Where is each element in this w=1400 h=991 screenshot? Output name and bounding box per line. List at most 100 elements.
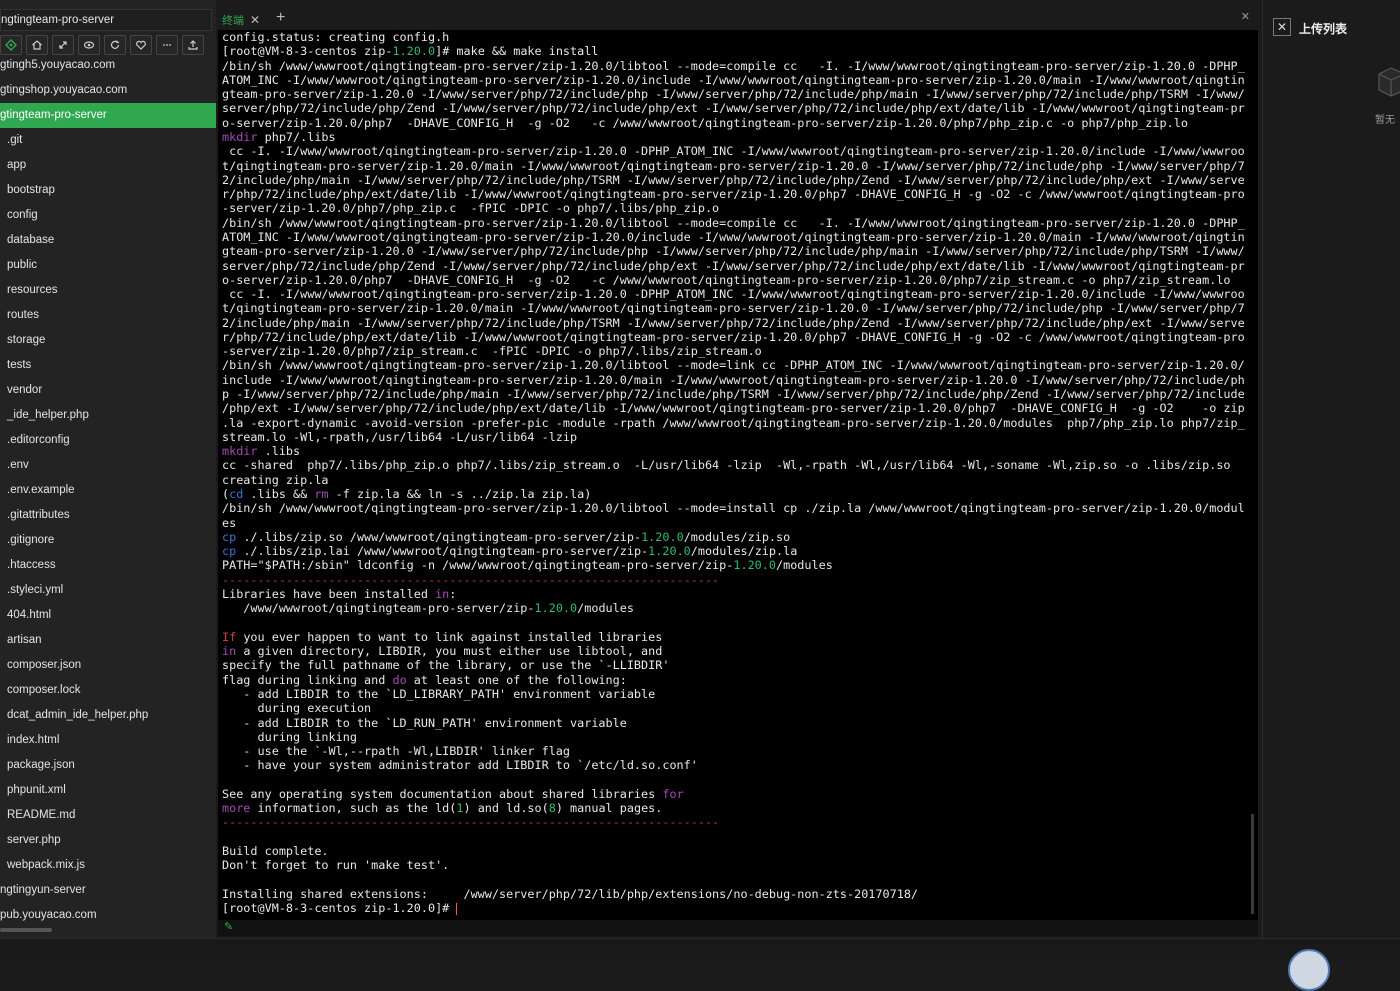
tree-item[interactable]: dcat_admin_ide_helper.php xyxy=(0,703,216,728)
tree-item[interactable]: database xyxy=(0,228,216,253)
terminal-line: t/qingtingteam-pro-server/zip-1.20.0/mai… xyxy=(222,158,1245,173)
terminal-line: server/php/72/include/php/Zend -I/www/se… xyxy=(222,258,1245,273)
terminal-line: -server/zip-1.20.0/php7/zip_stream.c -fP… xyxy=(222,344,762,359)
terminal-line: gteam-pro-server/zip-1.20.0 -I/www/serve… xyxy=(222,87,1245,102)
tree-item[interactable]: .env.example xyxy=(0,478,216,503)
tree-item[interactable]: .htaccess xyxy=(0,553,216,578)
close-tab-icon[interactable]: ✕ xyxy=(250,13,260,27)
terminal-line: t/qingtingteam-pro-server/zip-1.20.0/mai… xyxy=(222,301,1245,316)
tree-item[interactable]: package.json xyxy=(0,753,216,778)
terminal-line: Libraries have been installed in: xyxy=(222,586,457,601)
git-icon[interactable] xyxy=(0,35,22,55)
tree-item[interactable]: vendor xyxy=(0,378,216,403)
terminal-line: mkdir .libs xyxy=(222,444,301,459)
terminal-line: /bin/sh /www/wwwroot/qingtingteam-pro-se… xyxy=(222,358,1245,373)
home-icon[interactable] xyxy=(26,35,48,55)
upload-empty-text: 暂无 xyxy=(1375,115,1395,126)
tree-item[interactable]: .styleci.yml xyxy=(0,578,216,603)
terminal-line: /bin/sh /www/wwwroot/qingtingteam-pro-se… xyxy=(222,501,1245,516)
terminal-line: stream.lo -Wl,-rpath,/usr/lib64 -L/usr/l… xyxy=(222,429,578,444)
tree-item[interactable]: _ide_helper.php xyxy=(0,403,216,428)
tree-item[interactable]: .editorconfig xyxy=(0,428,216,453)
terminal-line: cp ./.libs/zip.lai /www/wwwroot/qingting… xyxy=(222,544,798,559)
eye-icon[interactable] xyxy=(78,35,100,55)
terminal-line: (cd .libs && rm -f zip.la && ln -s ../zi… xyxy=(222,487,592,501)
close-icon[interactable]: ✕ xyxy=(1241,10,1250,23)
tree-item[interactable]: 404.html xyxy=(0,603,216,628)
terminal-output[interactable]: config.status: creating config.h [root@VM… xyxy=(218,30,1258,920)
tree-item-project[interactable]: pub.youyacao.com xyxy=(0,903,216,928)
tree-item[interactable]: resources xyxy=(0,278,216,303)
terminal-line: r/php/72/include/php/ext/date/lib -I/www… xyxy=(222,187,1245,202)
tree-item[interactable]: README.md xyxy=(0,803,216,828)
terminal-text: config.status: creating config.h [root@VM… xyxy=(218,30,1258,915)
tree-item[interactable]: composer.lock xyxy=(0,678,216,703)
avatar[interactable] xyxy=(1288,949,1330,991)
empty-box-icon xyxy=(1378,67,1400,97)
tree-item[interactable]: tests xyxy=(0,353,216,378)
tree-item[interactable]: app xyxy=(0,153,216,178)
tree-item[interactable]: artisan xyxy=(0,628,216,653)
tree-item[interactable]: bootstrap xyxy=(0,178,216,203)
tab-terminal[interactable]: 终端 ✕ xyxy=(222,11,260,29)
tree-item[interactable]: .git xyxy=(0,128,216,153)
terminal-line: cc -I. -I/www/wwwroot/qingtingteam-pro-s… xyxy=(222,144,1245,159)
terminal-line: include -I/www/wwwroot/qingtingteam-pro-… xyxy=(222,372,1245,387)
terminal-line: config.status: creating config.h xyxy=(222,30,450,44)
terminal-line: ----------------------------------------… xyxy=(222,815,720,830)
tree-item[interactable]: composer.json xyxy=(0,653,216,678)
close-upload-panel-icon[interactable]: ✕ xyxy=(1273,18,1291,36)
pen-icon[interactable]: ✎ xyxy=(224,920,233,933)
tree-item-project[interactable]: gtingshop.youyacao.com xyxy=(0,78,216,103)
refresh-icon[interactable] xyxy=(104,35,126,55)
tree-item-project[interactable]: ngtingyun-server xyxy=(0,878,216,903)
terminal-line: cp ./.libs/zip.so /www/wwwroot/qingtingt… xyxy=(222,529,791,544)
terminal-line: during execution xyxy=(222,701,372,716)
terminal-line: more information, such as the ld(1) and … xyxy=(222,801,663,816)
terminal-line: 2/include/php/main -I/www/server/php/72/… xyxy=(222,315,1245,330)
terminal-line: Installing shared extensions: /www/serve… xyxy=(222,886,919,901)
tree-item[interactable]: config xyxy=(0,203,216,228)
terminal-line: .la -export-dynamic -avoid-version -pref… xyxy=(222,415,1245,430)
terminal-line: o-server/zip-1.20.0/php7 -DHAVE_CONFIG_H… xyxy=(222,115,1188,130)
more-icon[interactable] xyxy=(156,35,178,55)
terminal-line: - use the `-Wl,--rpath -Wl,LIBDIR' linke… xyxy=(222,744,571,759)
terminal-line: /php/ext -I/www/server/php/72/include/ph… xyxy=(222,401,1245,416)
project-title[interactable]: ngtingteam-pro-server xyxy=(0,9,212,31)
tree-item[interactable]: .gitattributes xyxy=(0,503,216,528)
terminal-line: p -I/www/server/php/72/include/php/main … xyxy=(222,387,1245,402)
upload-icon[interactable] xyxy=(182,35,204,55)
upload-list-panel: ✕ 上传列表 暂无 xyxy=(1262,0,1400,938)
terminal-line: ----------------------------------------… xyxy=(222,572,720,587)
sidebar-horizontal-scrollbar[interactable] xyxy=(0,928,52,932)
expand-icon[interactable] xyxy=(52,35,74,55)
tree-item[interactable]: index.html xyxy=(0,728,216,753)
terminal-line: [root@VM-8-3-centos zip-1.20.0]# make &&… xyxy=(222,44,599,59)
tree-item[interactable]: phpunit.xml xyxy=(0,778,216,803)
tree-item[interactable]: public xyxy=(0,253,216,278)
tree-item[interactable]: server.php xyxy=(0,828,216,853)
add-tab-icon[interactable]: + xyxy=(276,9,285,27)
tree-item[interactable]: webpack.mix.js xyxy=(0,853,216,878)
terminal-line: ATOM_INC -I/www/wwwroot/qingtingteam-pro… xyxy=(222,229,1245,244)
tree-item[interactable]: .gitignore xyxy=(0,528,216,553)
tree-item[interactable]: storage xyxy=(0,328,216,353)
tree-item[interactable]: .env xyxy=(0,453,216,478)
terminal-line: - add LIBDIR to the `LD_LIBRARY_PATH' en… xyxy=(222,686,656,701)
terminal-line: [root@VM-8-3-centos zip-1.20.0]# xyxy=(222,901,458,916)
terminal-line: mkdir php7/.libs xyxy=(222,129,336,144)
terminal-line: ATOM_INC -I/www/wwwroot/qingtingteam-pro… xyxy=(222,72,1245,87)
tree-item[interactable]: routes xyxy=(0,303,216,328)
heart-icon[interactable] xyxy=(130,35,152,55)
terminal-line: in a given directory, LIBDIR, you must e… xyxy=(222,644,663,659)
tree-item-project[interactable]: gtingh5.youyacao.com xyxy=(0,53,216,78)
terminal-line: 2/include/php/main -I/www/server/php/72/… xyxy=(222,172,1245,187)
terminal-line: See any operating system documentation a… xyxy=(222,786,684,801)
terminal-scrollbar[interactable] xyxy=(1251,814,1254,914)
tree-item-project[interactable]: gtingteam-pro-server xyxy=(0,103,216,128)
terminal-line: If you ever happen to want to link again… xyxy=(222,629,663,644)
terminal-status-bar: ✎ xyxy=(218,920,1258,936)
